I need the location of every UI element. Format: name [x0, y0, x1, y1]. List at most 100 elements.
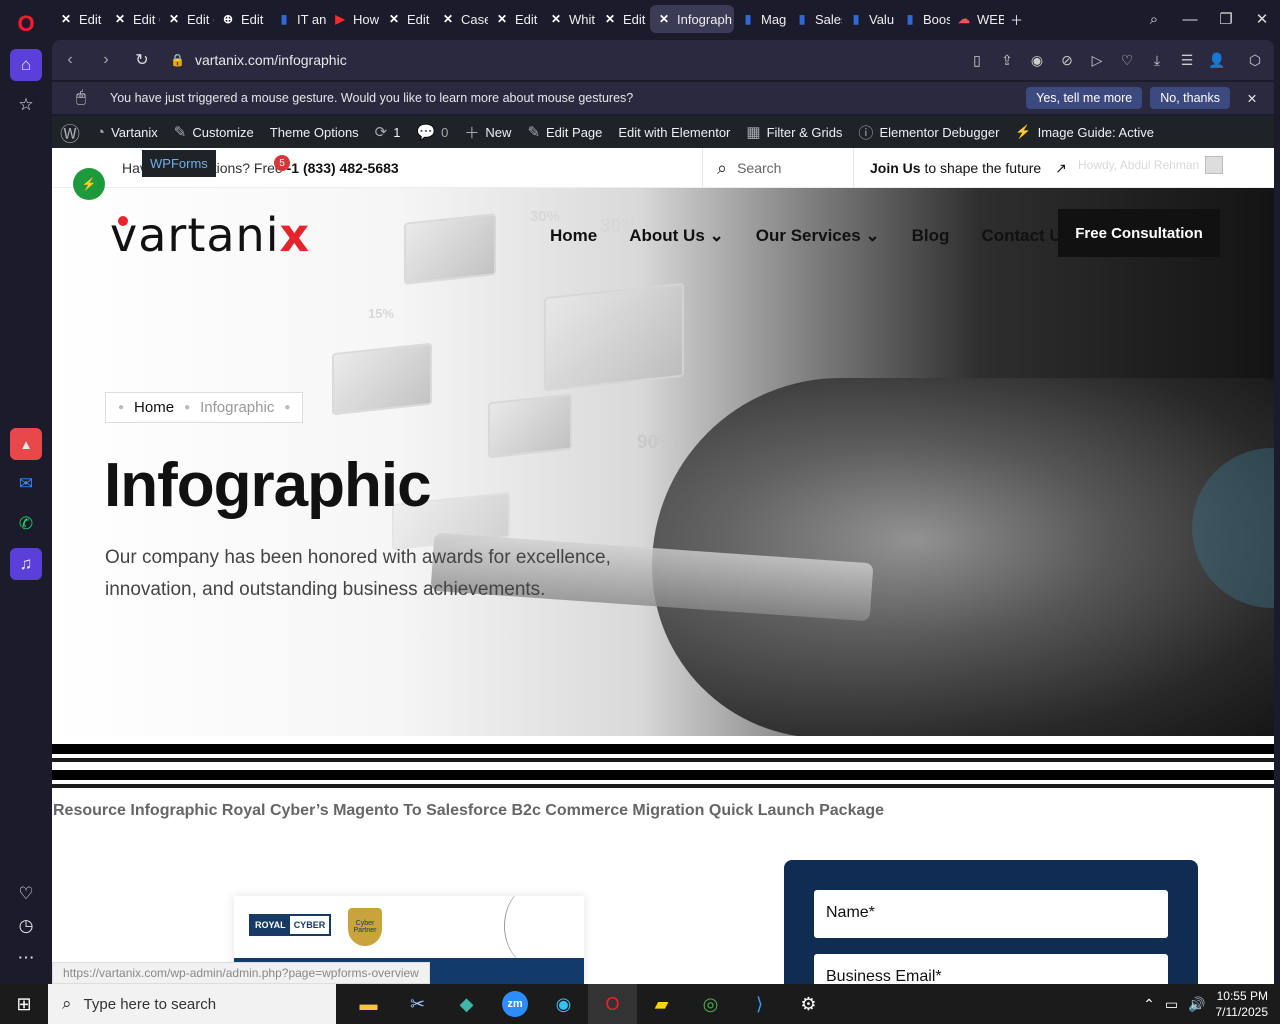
share-icon[interactable]: ⇪: [992, 52, 1022, 69]
volume-icon[interactable]: 🔊: [1188, 996, 1205, 1013]
name-field[interactable]: Name*: [814, 890, 1168, 938]
adblock-icon[interactable]: ⊘: [1052, 52, 1082, 69]
settings-gear-icon[interactable]: ⚙: [784, 984, 833, 1024]
taskbar-search[interactable]: ⌕ Type here to search: [48, 984, 336, 1024]
vscode-icon[interactable]: ⟩: [735, 984, 784, 1024]
windows-taskbar: ⊞ ⌕ Type here to search ▬ ✂ ◆ zm ◉ O ▰ ◎…: [0, 984, 1280, 1024]
wordpress-logo-icon[interactable]: Ⓦ: [52, 118, 88, 147]
browser-tab[interactable]: ▮ Valu: [842, 5, 896, 33]
edit-elementor-link[interactable]: Edit with Elementor: [610, 125, 738, 140]
learn-more-button[interactable]: Yes, tell me more: [1026, 87, 1143, 109]
app-icon[interactable]: ◆: [442, 984, 491, 1024]
music-player-icon[interactable]: ♫: [10, 548, 42, 580]
site-logo[interactable]: vartanix: [110, 208, 310, 262]
site-top-strip: Hav tions? Free -1 (833) 482-5683 WPForm…: [52, 148, 1274, 188]
menu-services[interactable]: Our Services ⌄: [756, 226, 880, 246]
opera-logo-icon[interactable]: O: [10, 8, 42, 40]
more-icon[interactable]: ⋯: [10, 942, 42, 974]
menu-about[interactable]: About Us ⌄: [629, 226, 724, 246]
flow-icon[interactable]: ▷: [1082, 52, 1112, 69]
close-window-icon[interactable]: ✕: [1244, 10, 1280, 28]
download-icon[interactable]: ⤓: [1142, 52, 1172, 69]
browser-tab[interactable]: ✕ Edit I: [52, 5, 106, 33]
edge-icon[interactable]: ◉: [539, 984, 588, 1024]
elementor-debugger-link[interactable]: ⓘ Elementor Debugger: [850, 122, 1007, 143]
browser-tab[interactable]: ✕ Whit: [542, 5, 596, 33]
menu-home[interactable]: Home: [550, 226, 597, 246]
browser-tab[interactable]: ✕ Edit: [488, 5, 542, 33]
green-status-icon[interactable]: ⚡: [73, 168, 105, 200]
email-field[interactable]: Business Email*: [814, 954, 1168, 984]
browser-tab[interactable]: ✕ Edit (: [160, 5, 214, 33]
browser-tab[interactable]: ✕ Case: [434, 5, 488, 33]
browser-tab[interactable]: ▶ How: [326, 5, 380, 33]
search-tabs-icon[interactable]: ⌕: [1136, 11, 1172, 28]
browser-tab[interactable]: ▮ Mag: [734, 5, 788, 33]
history-icon[interactable]: ◷: [10, 910, 42, 942]
windows-start-icon[interactable]: ⊞: [0, 984, 48, 1024]
zoom-icon[interactable]: zm: [502, 991, 528, 1017]
network-icon[interactable]: ▭: [1165, 996, 1178, 1013]
filter-grids-link[interactable]: ▦ Filter & Grids: [738, 123, 850, 141]
phone-number[interactable]: -1 (833) 482-5683: [287, 160, 399, 176]
extensions-icon[interactable]: ⬡: [1240, 52, 1270, 69]
browser-tab[interactable]: ✕ Edit: [380, 5, 434, 33]
heart-icon[interactable]: ♡: [10, 878, 42, 910]
edit-page-link[interactable]: ✎ Edit Page: [519, 123, 610, 141]
new-content-link[interactable]: ＋ New: [456, 122, 519, 143]
updates-icon: ⟳: [374, 124, 388, 141]
menu-blog[interactable]: Blog: [912, 226, 950, 246]
opera-icon[interactable]: O: [588, 984, 637, 1024]
theme-options-link[interactable]: Theme Options: [262, 125, 367, 140]
aria-icon[interactable]: ▲: [10, 428, 42, 460]
snipping-tool-icon[interactable]: ✂: [393, 984, 442, 1024]
url-field[interactable]: vartanix.com/infographic: [195, 52, 347, 68]
clock[interactable]: 10:55 PM 7/11/2025: [1216, 988, 1269, 1020]
browser-tab[interactable]: ▮ Boos: [896, 5, 950, 33]
tab-label: Edit: [241, 11, 264, 27]
browser-tab[interactable]: ▮ IT an: [270, 5, 326, 33]
lock-icon[interactable]: 🔒: [170, 53, 185, 67]
minimize-icon[interactable]: —: [1172, 11, 1208, 28]
restore-icon[interactable]: ❐: [1208, 10, 1244, 28]
customize-link[interactable]: ✎ Customize: [166, 123, 262, 141]
no-thanks-button[interactable]: No, thanks: [1150, 87, 1230, 109]
site-search[interactable]: ⌕ Search: [702, 148, 854, 188]
camera-icon[interactable]: ◉: [1022, 52, 1052, 69]
new-tab-icon[interactable]: ＋: [1004, 5, 1029, 33]
chevron-up-icon[interactable]: ⌃: [1143, 996, 1155, 1013]
browser-tab[interactable]: ⊕ Edit: [214, 5, 270, 33]
comments-link[interactable]: 💬 0: [408, 123, 456, 141]
updates-link[interactable]: ⟳ 1: [367, 123, 409, 141]
reload-icon[interactable]: ↻: [124, 50, 160, 70]
sticky-notes-icon[interactable]: ▰: [637, 984, 686, 1024]
home-icon[interactable]: ⌂: [10, 49, 42, 81]
join-link[interactable]: Join Us to shape the future ↗: [870, 160, 1067, 177]
chrome-icon[interactable]: ◎: [686, 984, 735, 1024]
browser-tab[interactable]: ▮ Sales: [788, 5, 842, 33]
youtube-icon: ▶: [335, 12, 345, 26]
back-icon[interactable]: ‹: [52, 51, 88, 69]
tab-label: Boos: [923, 11, 950, 27]
favorites-icon[interactable]: ♡: [1112, 52, 1142, 69]
browser-tab[interactable]: ✕ Edit C: [106, 5, 160, 33]
browser-tab[interactable]: ✕ Infograph: [650, 5, 734, 33]
free-consultation-button[interactable]: Free Consultation: [1058, 209, 1220, 257]
howdy-user[interactable]: Howdy, Abdul Rehman: [1078, 156, 1224, 174]
easy-setup-icon[interactable]: ☰: [1172, 52, 1202, 69]
messenger-icon[interactable]: ✉: [10, 468, 42, 500]
breadcrumb-home[interactable]: Home: [134, 399, 174, 416]
reader-icon[interactable]: ▯: [962, 52, 992, 69]
image-guide-link[interactable]: ⚡ Image Guide: Active: [1007, 124, 1162, 140]
browser-tab[interactable]: ✕ Edit: [596, 5, 650, 33]
whatsapp-icon[interactable]: ✆: [10, 508, 42, 540]
file-explorer-icon[interactable]: ▬: [344, 984, 393, 1024]
profile-icon[interactable]: 👤: [1202, 52, 1232, 69]
wpforms-tooltip[interactable]: WPForms: [142, 150, 216, 177]
close-notification-icon[interactable]: ✕: [1230, 91, 1274, 106]
star-icon[interactable]: ☆: [10, 89, 42, 121]
forward-icon[interactable]: ›: [88, 51, 124, 69]
hero-section: 30% 30% 15% 90% vartanix Home About Us ⌄…: [52, 188, 1274, 736]
browser-tab[interactable]: ☁ WEB: [950, 5, 1004, 33]
admin-site-link[interactable]: ◔ Vartanix: [88, 124, 166, 141]
